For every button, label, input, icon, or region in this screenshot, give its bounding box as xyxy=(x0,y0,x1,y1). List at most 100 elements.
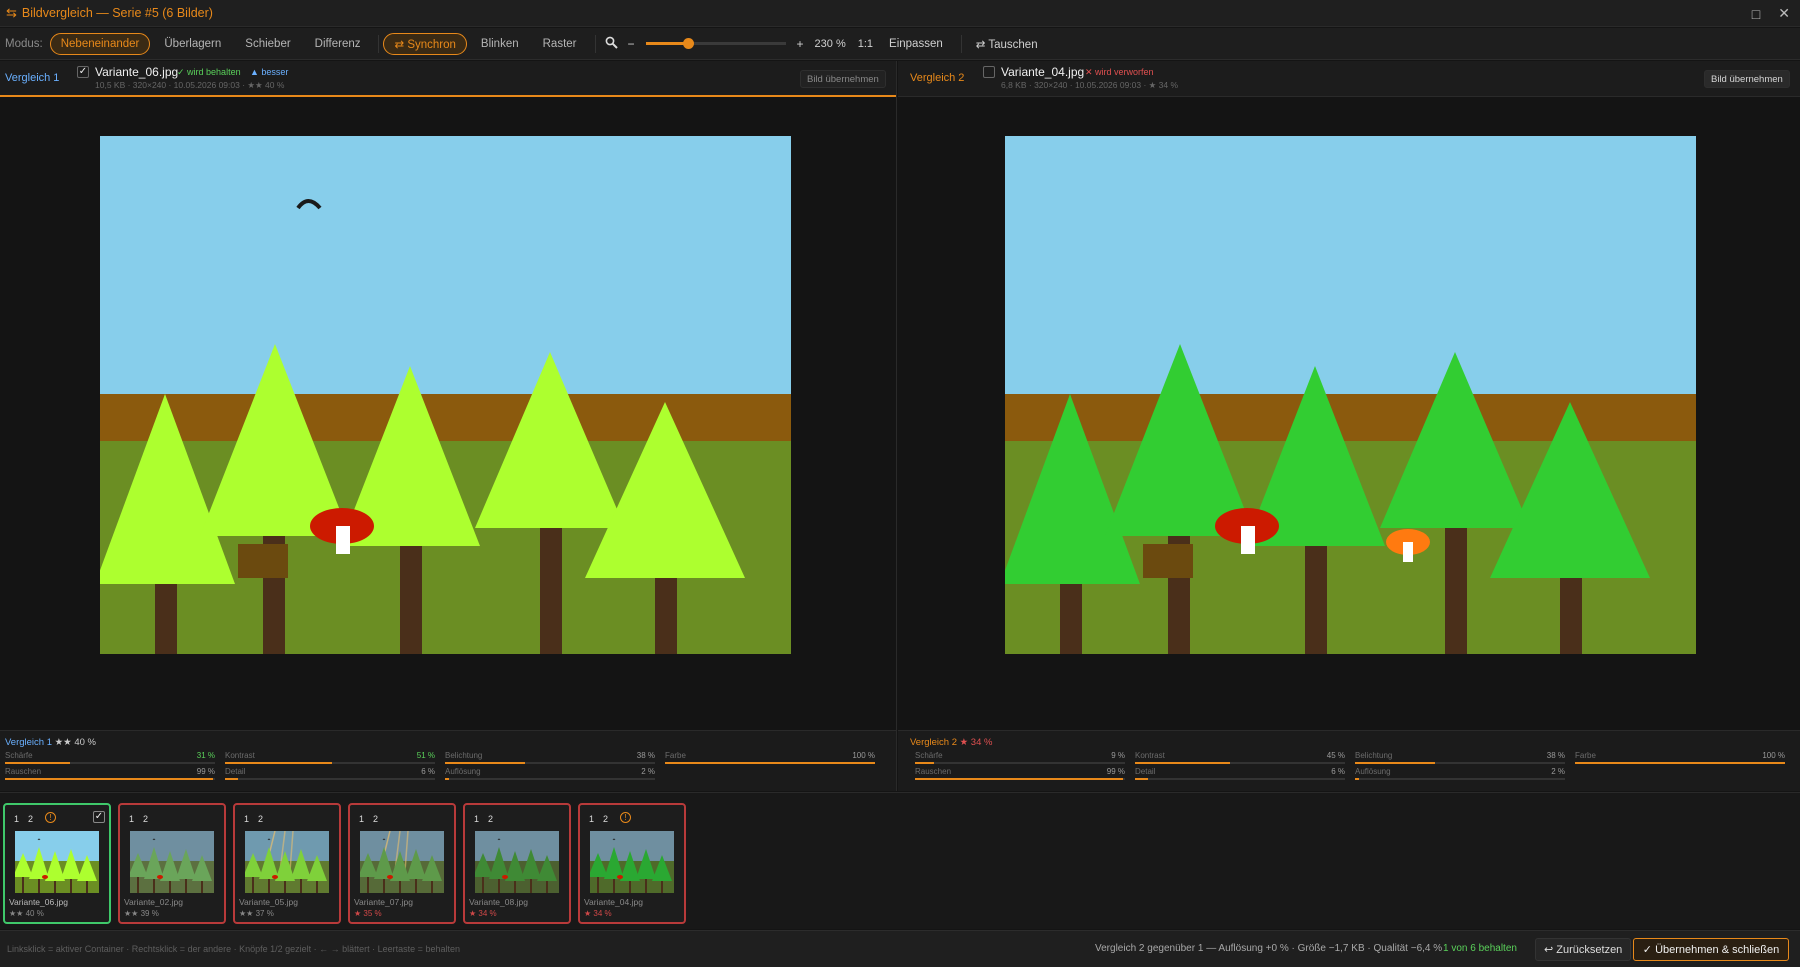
thumbnail-strip: 1 2! ✓ Variante_06.jpg ★★ 40 % 1 2 Variante_02.… xyxy=(0,792,1800,929)
metric-name: Auflösung xyxy=(445,767,481,776)
metrics-title-1: Vergleich 1 ★★ 40 % xyxy=(5,737,96,748)
metric-bar-fill xyxy=(665,762,875,764)
metric-bar-fill xyxy=(1135,762,1230,764)
toolbar-divider xyxy=(960,34,962,53)
take-image-button-2[interactable]: Bild übernehmen xyxy=(1704,70,1790,88)
thumbnail-score: ★★ 37 % xyxy=(239,909,274,918)
zoom-value: 230 % xyxy=(814,37,846,50)
assign-slot-2-button[interactable]: 2 xyxy=(488,814,493,824)
assign-slot-2-button[interactable]: 2 xyxy=(373,814,378,824)
thumbnail-1[interactable]: 1 2! ✓ Variante_06.jpg ★★ 40 % xyxy=(3,803,111,924)
thumbnail-3[interactable]: 1 2 Variante_05.jpg ★★ 37 % xyxy=(233,803,341,924)
metric-bar-fill xyxy=(225,762,333,764)
warning-icon: ! xyxy=(620,812,631,823)
accept-close-button[interactable]: ✓ Übernehmen & schließen xyxy=(1633,938,1789,961)
zoom-in-button[interactable]: + xyxy=(797,37,804,51)
keep-checkbox-2[interactable] xyxy=(983,66,995,78)
zoom-slider[interactable] xyxy=(645,38,786,49)
metric-name: Farbe xyxy=(1575,751,1596,760)
image-2 xyxy=(1005,136,1696,654)
assign-slot-1-button[interactable]: 1 xyxy=(129,814,134,824)
assign-slot-2-button[interactable]: 2 xyxy=(143,814,148,824)
metric-bar xyxy=(5,778,215,780)
metric-bar xyxy=(665,762,875,764)
thumbnail-filename: Variante_04.jpg xyxy=(584,897,643,907)
assign-slot-1-button[interactable]: 1 xyxy=(474,814,479,824)
thumbnail-6[interactable]: 1 2! Variante_04.jpg ★ 34 % xyxy=(578,803,686,924)
mode-difference-button[interactable]: Differenz xyxy=(305,33,371,55)
thumbnail-score: ★★ 40 % xyxy=(9,909,44,918)
zoom-slider-fill xyxy=(645,42,688,45)
toolbar: Modus: Nebeneinander Überlagern Schieber… xyxy=(0,28,1800,60)
grid-button[interactable]: Raster xyxy=(533,33,587,55)
assign-slot-2-button[interactable]: 2 xyxy=(258,814,263,824)
zoom-slider-handle[interactable] xyxy=(682,38,694,49)
metric-farbe: Farbe 100 % xyxy=(665,751,875,767)
assign-slot-1-button[interactable]: 1 xyxy=(244,814,249,824)
metric-name: Schärfe xyxy=(5,751,33,760)
better-badge: ▲ besser xyxy=(250,67,289,77)
mode-overlay-button[interactable]: Überlagern xyxy=(154,33,231,55)
assign-slot-1-button[interactable]: 1 xyxy=(589,814,594,824)
blink-button[interactable]: Blinken xyxy=(471,33,529,55)
keep-checkbox[interactable]: ✓ xyxy=(93,811,105,823)
metric-value: 100 % xyxy=(1762,751,1785,760)
assign-slot-2-button[interactable]: 2 xyxy=(28,814,33,824)
thumbnail-filename: Variante_08.jpg xyxy=(469,897,528,907)
mode-slider-button[interactable]: Schieber xyxy=(235,33,300,55)
metric-bar-fill xyxy=(1135,778,1148,780)
metric-bar xyxy=(1135,778,1345,780)
thumbnail-4[interactable]: 1 2 Variante_07.jpg ★ 35 % xyxy=(348,803,456,924)
assign-slot-2-button[interactable]: 2 xyxy=(603,814,608,824)
image-viewer-1[interactable] xyxy=(0,97,896,730)
metric-bar-fill xyxy=(445,778,450,780)
image-viewer-2[interactable] xyxy=(898,97,1800,730)
file-meta-1: 10,5 KB · 320×240 · 10.05.2026 09:03 · ★… xyxy=(95,80,285,90)
mode-side-by-side-button[interactable]: Nebeneinander xyxy=(49,32,151,55)
thumbnail-image xyxy=(590,831,674,893)
thumbnail-image xyxy=(360,831,444,893)
metric-name: Rauschen xyxy=(915,767,952,776)
metric-bar xyxy=(225,778,435,780)
metric-name: Detail xyxy=(225,767,246,776)
metric-value: 38 % xyxy=(636,751,655,760)
metrics-score-2: ★ 34 % xyxy=(959,737,993,748)
thumbnail-filename: Variante_05.jpg xyxy=(239,897,298,907)
metric-schärfe: Schärfe 9 % xyxy=(915,751,1125,767)
metric-detail: Detail 6 % xyxy=(225,767,435,783)
metric-bar xyxy=(5,762,215,764)
assign-slot-1-button[interactable]: 1 xyxy=(359,814,364,824)
status-bar: Linksklick = aktiver Container · Rechtsk… xyxy=(0,930,1800,967)
compare-panel-1[interactable]: Vergleich 1 ✓ Variante_06.jpg ✓ wird beh… xyxy=(0,61,897,791)
metric-bar xyxy=(915,778,1125,780)
zoom-out-button[interactable]: − xyxy=(628,37,635,51)
close-icon[interactable]: ✕ xyxy=(1778,5,1790,22)
metric-bar xyxy=(1135,762,1345,764)
metric-value: 99 % xyxy=(196,767,215,776)
reset-button[interactable]: ↩ Zurücksetzen xyxy=(1535,938,1632,961)
thumbnail-5[interactable]: 1 2 Variante_08.jpg ★ 34 % xyxy=(463,803,571,924)
metric-bar xyxy=(915,762,1125,764)
keep-checkbox-1[interactable]: ✓ xyxy=(77,66,89,78)
metric-rauschen: Rauschen 99 % xyxy=(5,767,215,783)
warning-icon: ! xyxy=(45,812,56,823)
swap-button[interactable]: ⇄ Tauschen xyxy=(966,33,1048,55)
one-to-one-button[interactable]: 1:1 xyxy=(858,38,873,50)
metrics-score-1: ★★ 40 % xyxy=(54,737,96,748)
take-image-button-1[interactable]: Bild übernehmen xyxy=(800,70,886,88)
metric-detail: Detail 6 % xyxy=(1135,767,1345,783)
assign-slot-1-button[interactable]: 1 xyxy=(14,814,19,824)
metric-bar-fill xyxy=(1575,762,1785,764)
metric-auflösung: Auflösung 2 % xyxy=(1355,767,1565,783)
sync-toggle[interactable]: ⇄ Synchron xyxy=(383,32,467,55)
metric-kontrast: Kontrast 45 % xyxy=(1135,751,1345,767)
metric-value: 2 % xyxy=(1551,767,1565,776)
fit-button[interactable]: Einpassen xyxy=(879,33,953,55)
metric-bar-fill xyxy=(915,778,1123,780)
kept-badge: ✓ wird behalten xyxy=(177,67,241,77)
metric-bar-fill xyxy=(1355,778,1360,780)
metric-value: 51 % xyxy=(416,751,435,760)
maximize-icon[interactable]: □ xyxy=(1752,6,1760,22)
thumbnail-2[interactable]: 1 2 Variante_02.jpg ★★ 39 % xyxy=(118,803,226,924)
compare-panel-2[interactable]: Vergleich 2 Variante_04.jpg ✕ wird verwo… xyxy=(898,61,1800,791)
